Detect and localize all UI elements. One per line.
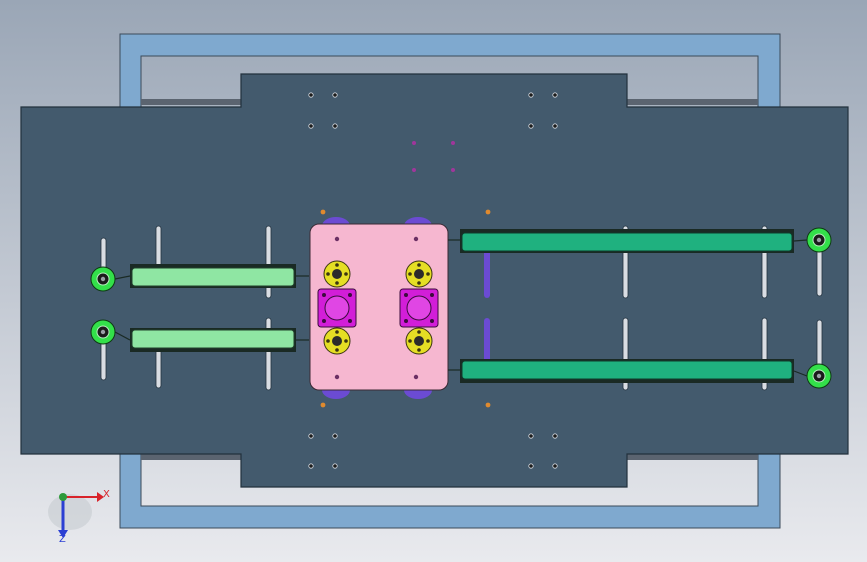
cad-viewport[interactable]: X Z	[0, 0, 867, 562]
right-rail-top[interactable]	[448, 229, 794, 253]
left-rail-bottom[interactable]	[130, 328, 309, 352]
triad-quadrant	[48, 494, 92, 530]
z-axis-label: Z	[59, 534, 66, 545]
left-rail-top[interactable]	[130, 264, 309, 288]
x-axis-label: X	[103, 489, 110, 500]
right-rail-bottom[interactable]	[448, 359, 794, 383]
